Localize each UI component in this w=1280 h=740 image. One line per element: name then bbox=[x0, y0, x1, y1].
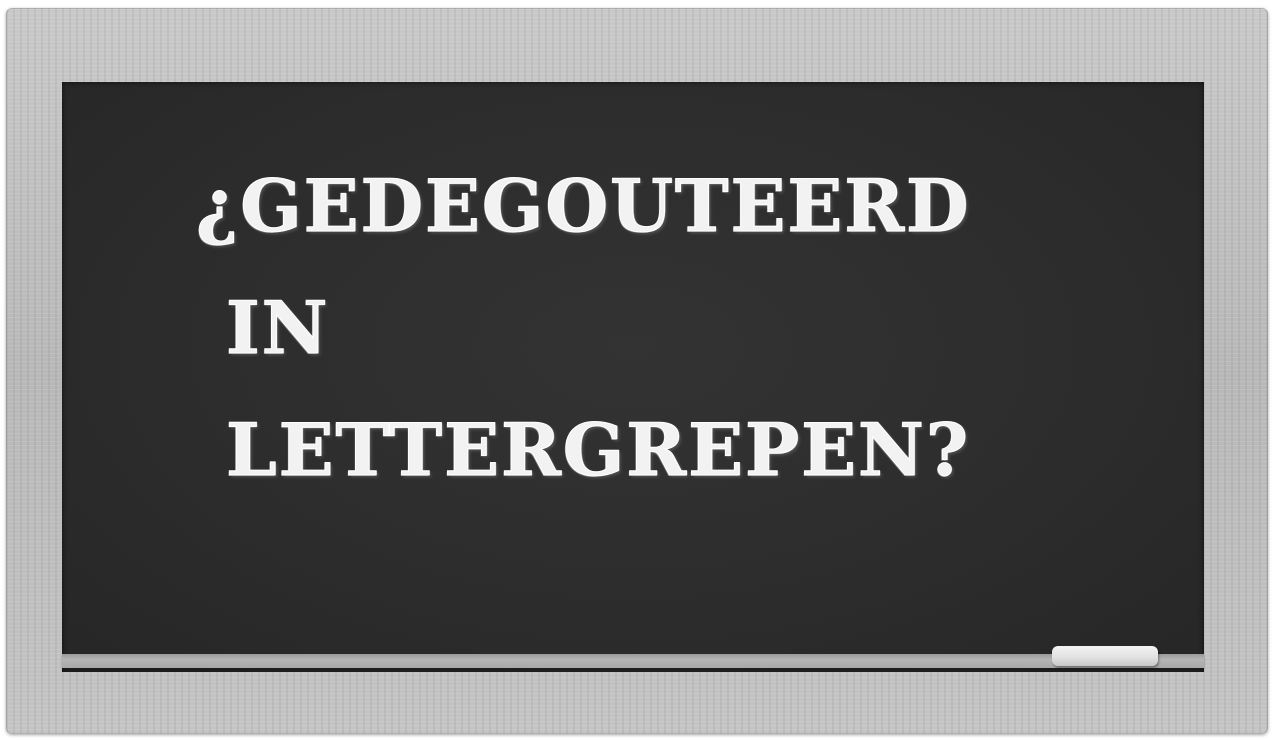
chalk-text-line-1: ¿GEDEGOUTEERD bbox=[195, 163, 971, 248]
chalk-text-line-2: IN bbox=[226, 285, 330, 370]
chalk-stick-icon bbox=[1052, 646, 1158, 666]
chalk-ledge bbox=[62, 654, 1204, 668]
chalk-text-line-3: LETTERGREPEN? bbox=[225, 407, 971, 492]
